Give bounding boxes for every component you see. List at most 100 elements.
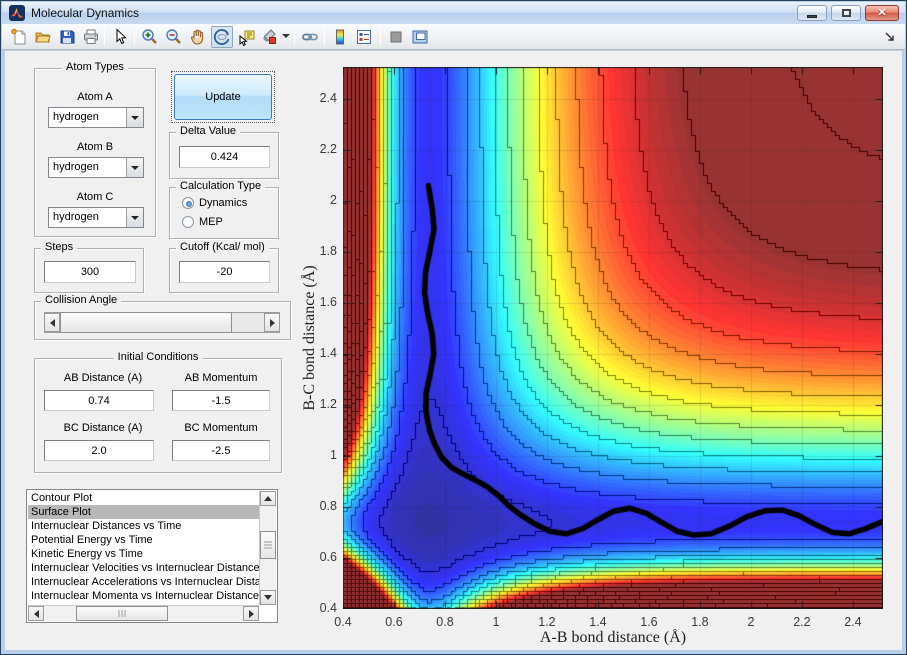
- toolbar: [2, 24, 905, 50]
- ab-distance-input[interactable]: [44, 390, 154, 411]
- toolbar-separator: [380, 28, 381, 45]
- atom-c-dropdown-icon[interactable]: [126, 208, 143, 227]
- brush-icon: [263, 29, 276, 44]
- bc-momentum-input[interactable]: [172, 440, 270, 461]
- list-item[interactable]: Contour Plot: [28, 491, 259, 505]
- zoom-out-icon: [166, 29, 181, 44]
- toolbar-separator: [134, 28, 135, 45]
- slider-left-arrow[interactable]: [44, 313, 60, 332]
- x-tick-label: 0.6: [385, 615, 403, 629]
- open-file-button[interactable]: [32, 26, 54, 48]
- y-tick-label: 1.2: [319, 396, 337, 411]
- new-file-button[interactable]: [8, 26, 30, 48]
- slider-right-arrow[interactable]: [264, 313, 280, 332]
- radio-mep-icon: [182, 216, 194, 228]
- rotate-3d-button[interactable]: [211, 26, 233, 48]
- scroll-down-arrow[interactable]: [260, 590, 276, 605]
- link-plots-button[interactable]: [299, 26, 321, 48]
- listbox-horizontal-scrollbar[interactable]: [28, 605, 259, 621]
- data-cursor-button[interactable]: [236, 26, 258, 48]
- link-icon: [302, 33, 318, 41]
- atom-b-value: hydrogen: [53, 161, 99, 173]
- data-cursor-icon: [239, 30, 255, 46]
- colorbar-icon: [336, 29, 344, 45]
- atom-a-dropdown-icon[interactable]: [126, 108, 143, 127]
- close-button[interactable]: ✕: [865, 5, 899, 21]
- delta-value-input[interactable]: [179, 146, 270, 168]
- atom-c-select[interactable]: hydrogen: [48, 207, 144, 228]
- update-button[interactable]: Update: [174, 74, 272, 120]
- maximize-icon: [841, 9, 851, 17]
- titlebar[interactable]: Molecular Dynamics ✕: [2, 2, 905, 24]
- minimize-button[interactable]: [797, 5, 827, 21]
- scroll-right-arrow[interactable]: [243, 606, 259, 621]
- show-plot-tools-icon: [412, 30, 428, 44]
- pan-hand-icon: [191, 29, 204, 45]
- window-title: Molecular Dynamics: [31, 6, 140, 20]
- matlab-logo-icon: [9, 5, 25, 21]
- slider-thumb[interactable]: [60, 312, 232, 333]
- y-tick-label: 1: [330, 447, 337, 462]
- radio-mep[interactable]: MEP: [182, 216, 223, 228]
- vertical-scroll-thumb[interactable]: [260, 531, 276, 559]
- list-item[interactable]: Internuclear Velocities vs Internuclear …: [28, 561, 259, 575]
- zoom-out-button[interactable]: [163, 26, 185, 48]
- pointer-tool-button[interactable]: [109, 26, 131, 48]
- legend-icon: [357, 30, 371, 44]
- brush-tool-button[interactable]: [258, 26, 280, 48]
- list-item[interactable]: Internuclear Accelerations vs Internucle…: [28, 575, 259, 589]
- insert-colorbar-button[interactable]: [329, 26, 351, 48]
- list-item[interactable]: Potential Energy vs Time: [28, 533, 259, 547]
- x-tick-label: 0.8: [436, 615, 454, 629]
- radio-dynamics-icon: [182, 197, 194, 209]
- maximize-button[interactable]: [831, 5, 861, 21]
- radio-dynamics[interactable]: Dynamics: [182, 197, 247, 209]
- atom-types-title: Atom Types: [62, 61, 128, 73]
- list-item[interactable]: Internuclear Momenta vs Internuclear Dis…: [28, 589, 259, 603]
- atom-a-select[interactable]: hydrogen: [48, 107, 144, 128]
- toolbar-overflow-button[interactable]: [879, 26, 901, 48]
- y-tick-label: 1.8: [319, 243, 337, 258]
- hide-plot-tools-icon: [390, 31, 402, 43]
- collision-angle-title: Collision Angle: [41, 294, 122, 306]
- hide-plot-tools-button[interactable]: [385, 26, 407, 48]
- list-item[interactable]: Surface Plot: [28, 505, 259, 519]
- atom-b-select[interactable]: hydrogen: [48, 157, 144, 178]
- x-tick-label: 1: [492, 615, 500, 629]
- save-button[interactable]: [56, 26, 78, 48]
- scroll-up-arrow[interactable]: [260, 491, 276, 506]
- y-tick-label: 0.4: [319, 601, 337, 615]
- x-tick-label: 1.2: [538, 615, 556, 629]
- zoom-in-button[interactable]: [139, 26, 161, 48]
- pes-contour-plot[interactable]: [343, 67, 883, 609]
- cutoff-title: Cutoff (Kcal/ mol): [176, 241, 269, 253]
- bc-distance-input[interactable]: [44, 440, 154, 461]
- ab-momentum-input[interactable]: [172, 390, 270, 411]
- print-button[interactable]: [80, 26, 102, 48]
- listbox-vertical-scrollbar[interactable]: [259, 491, 276, 605]
- show-plot-tools-button[interactable]: [409, 26, 431, 48]
- cutoff-input[interactable]: [179, 261, 270, 283]
- x-tick-label: 2: [747, 615, 755, 629]
- atom-b-dropdown-icon[interactable]: [126, 158, 143, 177]
- close-icon: ✕: [877, 6, 887, 19]
- list-item[interactable]: Internuclear Distances vs Time: [28, 519, 259, 533]
- insert-legend-button[interactable]: [353, 26, 375, 48]
- brush-dropdown-icon[interactable]: [282, 34, 290, 38]
- horizontal-scroll-thumb[interactable]: [76, 606, 168, 621]
- steps-input[interactable]: [44, 261, 136, 283]
- y-tick-label: 0.8: [319, 498, 337, 513]
- y-tick-label: 0.6: [319, 549, 337, 564]
- plot-type-listbox[interactable]: Contour Plot Surface Plot Internuclear D…: [26, 489, 278, 623]
- scroll-left-arrow[interactable]: [28, 606, 44, 621]
- initial-conditions-panel: Initial Conditions AB Distance (A) AB Mo…: [34, 351, 282, 473]
- matlab-figure-window: Molecular Dynamics ✕ Atom Types Atom A h…: [0, 0, 907, 655]
- list-item[interactable]: Kinetic Energy vs Time: [28, 547, 259, 561]
- pan-tool-button[interactable]: [187, 26, 209, 48]
- bc-momentum-label: BC Momentum: [184, 422, 258, 434]
- collision-angle-slider[interactable]: [44, 312, 280, 333]
- x-tick-label: 1.6: [640, 615, 658, 629]
- x-tick-label: 0.4: [334, 615, 352, 629]
- steps-panel: Steps: [34, 241, 144, 293]
- bc-distance-label: BC Distance (A): [63, 422, 143, 434]
